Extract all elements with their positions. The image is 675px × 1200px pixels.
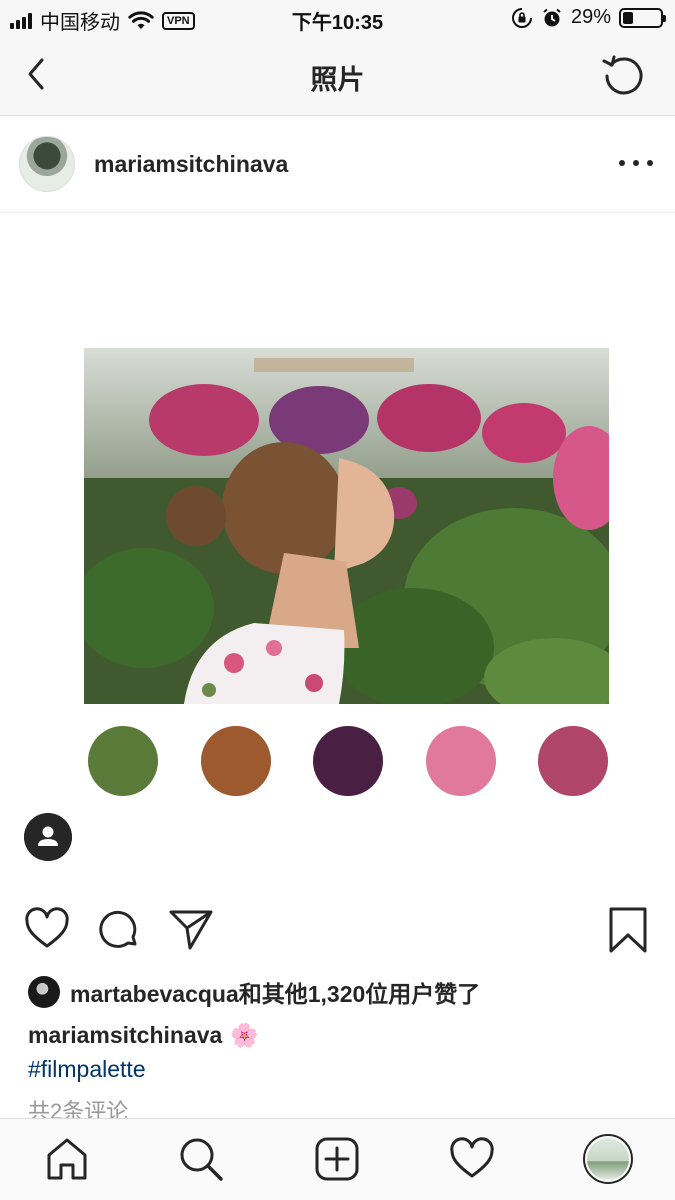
rotation-lock-icon xyxy=(512,7,532,28)
profile-picture xyxy=(587,1138,629,1180)
post-photo[interactable] xyxy=(84,348,609,704)
heart-icon[interactable] xyxy=(23,906,71,954)
alarm-icon xyxy=(543,8,561,26)
activity-heart-icon[interactable] xyxy=(448,1135,496,1183)
likes-summary[interactable]: martabevacqua和其他1,320位用户赞了 xyxy=(28,975,480,1009)
nav-header: 照片 xyxy=(0,36,675,116)
paper-plane-icon[interactable] xyxy=(167,906,215,954)
post-header: mariamsitchinava xyxy=(0,117,675,213)
tagged-user-icon[interactable] xyxy=(24,813,72,861)
palette-swatch xyxy=(313,726,383,796)
photo-illustration xyxy=(84,348,609,704)
likes-text[interactable]: martabevacqua和其他1,320位用户赞了 xyxy=(70,975,480,1009)
refresh-icon[interactable] xyxy=(601,52,647,98)
color-palette xyxy=(88,726,608,796)
palette-swatch xyxy=(88,726,158,796)
palette-swatch xyxy=(200,726,271,796)
liker-avatar[interactable] xyxy=(28,976,60,1008)
search-icon[interactable] xyxy=(177,1135,225,1183)
caption-emoji: 🌸 xyxy=(230,1022,259,1048)
status-bar-right: 29% xyxy=(511,6,666,29)
profile-avatar-icon[interactable] xyxy=(583,1134,633,1184)
caption: mariamsitchinava 🌸 xyxy=(28,1022,259,1049)
hashtag-link[interactable]: #filmpalette xyxy=(28,1056,146,1083)
home-icon[interactable] xyxy=(43,1135,91,1183)
bottom-tab-bar xyxy=(0,1118,675,1200)
author-avatar[interactable] xyxy=(19,136,75,192)
status-bar: 中国移动 VPN 下午10:35 29% xyxy=(0,0,675,36)
chevron-left-icon[interactable] xyxy=(22,54,52,94)
battery-icon xyxy=(619,7,666,28)
battery-level-fill xyxy=(623,11,634,24)
page-title: 照片 xyxy=(310,65,365,95)
author-username[interactable]: mariamsitchinava xyxy=(94,151,288,178)
more-options-icon[interactable] xyxy=(619,151,653,175)
battery-percent: 29% xyxy=(570,6,611,28)
palette-swatch xyxy=(425,726,496,796)
caption-username[interactable]: mariamsitchinava xyxy=(28,1022,222,1049)
bookmark-icon[interactable] xyxy=(604,906,652,954)
palette-swatch xyxy=(538,726,608,796)
comment-bubble-icon[interactable] xyxy=(95,906,143,954)
view-comments-link[interactable]: 共2条评论 xyxy=(28,1094,128,1118)
add-post-icon[interactable] xyxy=(313,1135,361,1183)
